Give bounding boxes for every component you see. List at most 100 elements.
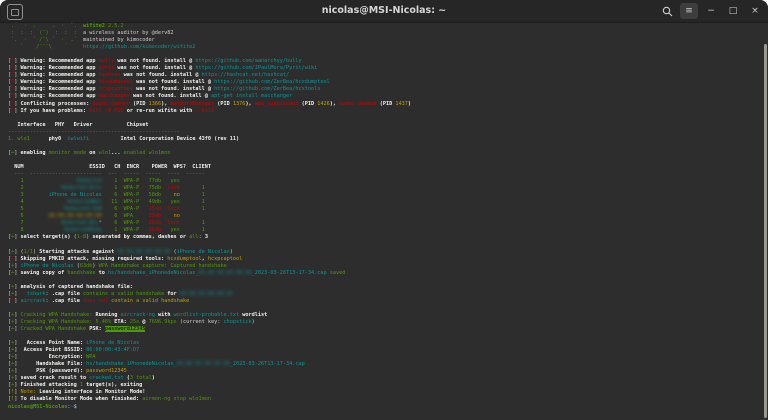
terminal-text: Warning: Recommended app: [21, 93, 99, 99]
terminal-text: on: [86, 150, 99, 156]
search-icon: [662, 6, 673, 17]
terminal-text: hashcat: [99, 72, 121, 78]
titlebar: nicolas@MSI-Nicolas: ~ ≡ − □ ×: [0, 0, 768, 23]
terminal-text: avahi-daemon: [92, 101, 129, 107]
terminal-text: monitor mode: [49, 150, 86, 156]
terminal-line: [8, 277, 762, 284]
terminal-text: analysis of captured handshake file:: [21, 284, 133, 290]
terminal-text: 3: [205, 234, 208, 240]
terminal-line: [!] Warning: Recommended app macchanger …: [8, 93, 762, 100]
terminal-text: If you have problems:: [21, 108, 90, 114]
terminal-text: Conflicting processes:: [21, 101, 93, 107]
terminal-line: [!] Skipping PMKID attack, missing requi…: [8, 256, 762, 263]
redacted-text: XX:XX:XX:XX:XX:XX: [49, 213, 102, 219]
terminal-text: 63db: [80, 263, 93, 269]
terminal-text: [24, 199, 68, 205]
terminal-text: Cracking WPA Handshake:: [21, 312, 96, 318]
terminal-text: with: [155, 312, 174, 318]
terminal-text: 1376: [233, 101, 246, 107]
terminal-line: [+] Handshake File: hs/handshake_iPhoned…: [8, 361, 762, 368]
terminal-text: Handshake File:: [36, 361, 86, 367]
terminal-text: To disable Monitor Mode when finished:: [21, 396, 143, 402]
terminal-text: https://github.com/ZerBea/hcxtools: [214, 86, 320, 92]
terminal-text: saved: [330, 270, 346, 276]
terminal-text: $: [74, 404, 80, 410]
redacted-text: RedactedHome: [64, 227, 101, 233]
terminal-text: ...: [111, 150, 124, 156]
terminal-line: 6 XX:XX:XX:XX:XX:XX 6 WPA 25db no: [8, 213, 762, 220]
terminal-text: ),: [330, 101, 339, 107]
terminal-text: .cap file: [52, 291, 83, 297]
redacted-text: XX-XX-XX-XX-XX-XX: [199, 270, 252, 276]
maximize-button[interactable]: □: [724, 3, 742, 19]
terminal-line: [+] Access Point BSSID: 86:00:00:43:4F:D…: [8, 347, 762, 354]
terminal-text: 1: [180, 199, 205, 205]
terminal-text: WPA: [86, 354, 95, 360]
terminal-text: contains a valid handshake: [83, 291, 164, 297]
terminal-text: Interface PHY Driver Chipset: [8, 122, 149, 128]
terminal-line: [+] analysis of captured handshake file:: [8, 284, 762, 291]
terminal-text: 1: [102, 178, 118, 184]
terminal-text: 2: [8, 185, 24, 191]
terminal-text: [24, 227, 65, 233]
terminal-line: 4 RedactedNet 11 WPA-P 49db yes 1: [8, 199, 762, 206]
scrollbar-thumb[interactable]: [764, 44, 767, 418]
terminal-text: ETA:: [111, 319, 130, 325]
search-button[interactable]: [658, 3, 676, 19]
terminal-text: ): [230, 249, 233, 255]
terminal-text: password12345: [105, 326, 146, 332]
terminal-line: [!] To disable Monitor Mode when finishe…: [8, 396, 762, 403]
terminal-line: [8, 115, 762, 122]
terminal-text: 1437: [395, 101, 408, 107]
terminal-text: hcxpcaptool: [99, 86, 133, 92]
terminal-line: ` /¯¯¯\ ´ https://github.com/kimocoder/w…: [8, 44, 762, 51]
terminal-text: macchanger: [99, 93, 130, 99]
terminal-text: 86:00:00:43:4F:D7: [86, 347, 139, 353]
terminal-text: iPhone de Nicolas: [177, 249, 230, 255]
terminal-text: 25db: [139, 206, 161, 212]
terminal-text: Warning: Recommended app: [21, 65, 99, 71]
menu-button[interactable]: ≡: [680, 3, 698, 19]
terminal-text: phy0: [49, 136, 62, 142]
terminal-text: 1. wlo1: [8, 136, 30, 142]
terminal-text: https://github.com/JPaulMora/Pyrit/wiki: [195, 65, 317, 71]
terminal-line: [8, 143, 762, 150]
terminal-line: ----------------------------------------…: [8, 129, 762, 136]
terminal-text: saved crack result to: [21, 375, 90, 381]
terminal-text: a wireless auditor by @derv82: [83, 30, 174, 36]
terminal-text: Access Point Name:: [27, 340, 86, 346]
terminal-text: 3: [8, 192, 24, 198]
terminal-text: no: [161, 213, 180, 219]
terminal-text: 6: [102, 213, 118, 219]
terminal-text: 1: [8, 178, 24, 184]
minimize-button[interactable]: −: [702, 3, 720, 19]
terminal-text: 77db: [139, 178, 161, 184]
close-button[interactable]: ×: [746, 3, 764, 19]
redacted-text: RedactedNet: [67, 199, 101, 205]
terminal-text: [89, 136, 120, 142]
terminal-text: was not found. install @: [120, 72, 201, 78]
terminal-text: 5: [8, 206, 24, 212]
terminal-line: [8, 157, 762, 164]
terminal-line: [+] tshark: .cap file contains a valid h…: [8, 291, 762, 298]
terminal-text: aircrack: [21, 298, 46, 304]
terminal-text: or re-run wifite with: [124, 108, 196, 114]
terminal-text: https://hashcat.net/hashcat/: [202, 72, 289, 78]
terminal-text: 7: [8, 220, 24, 226]
terminal-app-icon[interactable]: [7, 4, 23, 20]
terminal-text: Skipping PMKID attack, missing required …: [21, 256, 168, 262]
terminal-text: ): [252, 319, 255, 325]
terminal-text: Leaving interface in Monitor Mode!: [36, 389, 145, 395]
terminal-text: ]: [14, 354, 48, 360]
terminal-text: lock: [161, 220, 180, 226]
terminal-text: WPA-P: [124, 192, 140, 198]
terminal-line: 5 Redacted-5GH 6 WPA-P 25db lock 1: [8, 206, 762, 213]
terminal-line: [+] (1/1) Starting attacks against XX:XX…: [8, 249, 762, 256]
terminal-text: 1: [180, 206, 205, 212]
terminal-text: wifite2: [83, 23, 105, 29]
terminal-body[interactable]: .´ · . . · `. wifite2 2.5.2 : : : (¯) : …: [8, 23, 762, 420]
terminal-text: wordlist-probable.txt: [174, 312, 240, 318]
redacted-text: Redacted-5GH: [64, 206, 101, 212]
terminal-text: airmon-ng stop wlo1mon: [142, 396, 211, 402]
terminal-text: 3 total: [130, 375, 152, 381]
